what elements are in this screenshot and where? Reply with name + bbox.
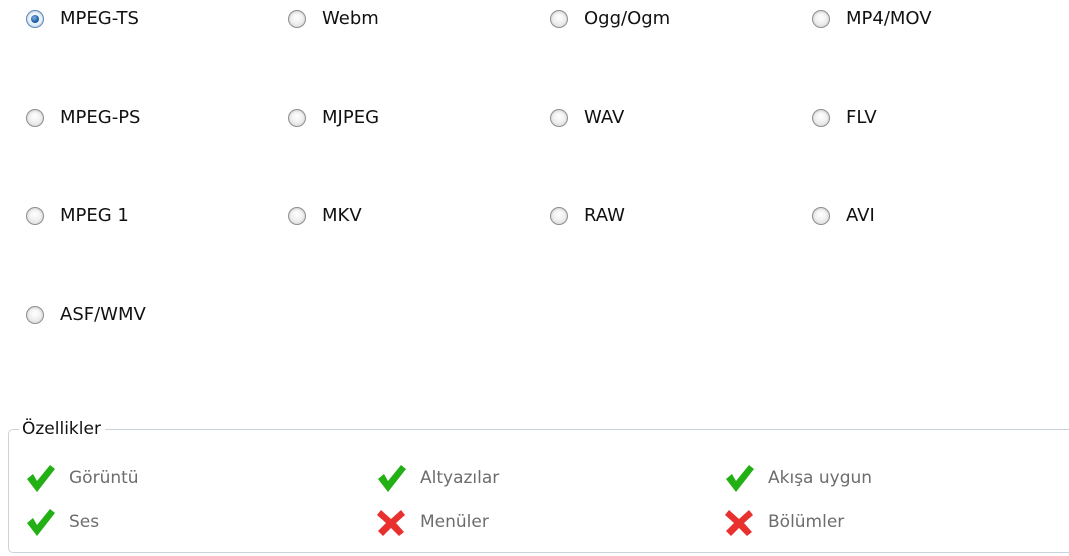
radio-webm[interactable]: Webm [288, 8, 550, 30]
feature-label: Bölümler [768, 512, 845, 532]
radio-button[interactable] [26, 108, 44, 127]
feature-label: Ses [69, 512, 100, 532]
radio-button[interactable] [26, 10, 44, 28]
check-icon [27, 465, 55, 492]
radio-button[interactable] [550, 108, 568, 127]
radio-label: Ogg/Ogm [584, 8, 671, 29]
feature-label: Altyazılar [420, 468, 500, 488]
radio-label: RAW [584, 205, 625, 226]
radio-mpeg-1[interactable]: MPEG 1 [26, 205, 288, 227]
radio-label: MPEG-TS [60, 8, 139, 29]
radio-button[interactable] [812, 207, 830, 225]
feature-audio: Ses [24, 506, 375, 538]
radio-button[interactable] [812, 10, 830, 28]
radio-label: ASF/WMV [60, 303, 146, 325]
radio-button[interactable] [550, 10, 568, 28]
radio-label: Webm [322, 8, 379, 29]
radio-asf-wmv[interactable]: ASF/WMV [26, 304, 288, 326]
radio-ogg-ogm[interactable]: Ogg/Ogm [550, 8, 812, 30]
feature-label: Görüntü [69, 468, 139, 488]
radio-button[interactable] [26, 305, 44, 324]
feature-label: Menüler [420, 512, 489, 532]
radio-label: MPEG 1 [60, 205, 129, 226]
feature-label: Akışa uygun [768, 468, 873, 488]
radio-mpeg-ts[interactable]: MPEG-TS [26, 8, 288, 30]
feature-chapters: Bölümler [723, 506, 1063, 538]
cross-icon [725, 510, 753, 536]
cross-icon [377, 510, 405, 536]
radio-label: WAV [584, 106, 625, 128]
radio-label: MJPEG [322, 106, 380, 128]
radio-raw[interactable]: RAW [550, 205, 812, 227]
radio-button[interactable] [26, 207, 44, 225]
radio-mjpeg[interactable]: MJPEG [288, 107, 550, 129]
radio-label: MKV [322, 205, 362, 226]
radio-button[interactable] [288, 108, 306, 127]
check-icon [726, 465, 754, 492]
check-icon [378, 465, 406, 492]
feature-video: Görüntü [24, 462, 375, 494]
features-group-title: Özellikler [19, 416, 105, 442]
radio-button[interactable] [288, 10, 306, 28]
radio-button[interactable] [288, 207, 306, 225]
radio-selected-dot [31, 15, 39, 23]
radio-flv[interactable]: FLV [812, 107, 1069, 129]
encapsulation-panel: MPEG-TS Webm Ogg/Ogm MP4/MOV MPEG-PS MJP… [0, 0, 1069, 556]
feature-menus: Menüler [375, 506, 723, 538]
format-radio-group: MPEG-TS Webm Ogg/Ogm MP4/MOV MPEG-PS MJP… [26, 8, 1069, 402]
radio-button[interactable] [812, 108, 830, 127]
radio-label: MP4/MOV [846, 8, 932, 29]
radio-mpeg-ps[interactable]: MPEG-PS [26, 107, 288, 129]
radio-mp4-mov[interactable]: MP4/MOV [812, 8, 1069, 30]
check-icon [27, 509, 55, 536]
radio-wav[interactable]: WAV [550, 107, 812, 129]
features-list: Görüntü Altyazılar Akışa uygun Ses Menül… [24, 462, 1063, 550]
radio-label: AVI [846, 205, 875, 226]
radio-avi[interactable]: AVI [812, 205, 1069, 227]
radio-mkv[interactable]: MKV [288, 205, 550, 227]
radio-label: FLV [846, 106, 877, 128]
feature-subtitles: Altyazılar [375, 462, 723, 494]
radio-button[interactable] [550, 207, 568, 225]
feature-streamable: Akışa uygun [723, 462, 1063, 494]
radio-label: MPEG-PS [60, 106, 141, 128]
